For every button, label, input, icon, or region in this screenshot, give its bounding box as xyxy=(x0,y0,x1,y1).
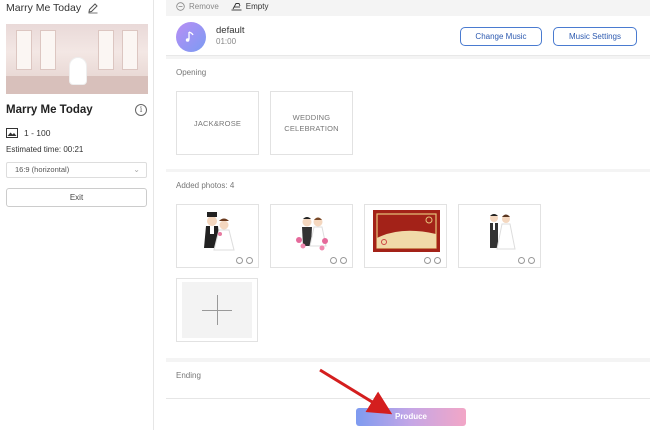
opening-card-label: JACK&ROSE xyxy=(193,118,242,128)
added-photos-section: Added photos: 4 xyxy=(166,172,650,358)
photo-range-text: 1 - 100 xyxy=(24,128,51,138)
toolbar: Remove Empty xyxy=(166,0,650,12)
preview-eye-icon[interactable] xyxy=(434,257,441,264)
exit-button[interactable]: Exit xyxy=(6,188,147,207)
add-photo-button[interactable] xyxy=(176,278,258,342)
image-icon xyxy=(6,128,18,138)
added-photos-title: Added photos: 4 xyxy=(176,181,235,190)
main-panel: Remove Empty default 01:00 Change Music … xyxy=(166,0,650,430)
photo-controls xyxy=(424,257,441,264)
opening-card-wedding[interactable]: WEDDING CELEBRATION xyxy=(270,91,353,155)
opening-card-jackrose[interactable]: JACK&ROSE xyxy=(176,91,259,155)
ending-title: Ending xyxy=(176,371,201,380)
photo-controls xyxy=(330,257,347,264)
photo-card[interactable] xyxy=(176,204,259,268)
aspect-ratio-value: 16:9 (horizontal) xyxy=(15,165,70,174)
info-icon[interactable]: i xyxy=(135,104,147,116)
remove-photo-icon[interactable] xyxy=(330,257,337,264)
opening-section: Opening JACK&ROSE WEDDING CELEBRATION xyxy=(166,59,650,169)
project-thumbnail xyxy=(6,24,148,94)
photo-controls xyxy=(518,257,535,264)
music-settings-button[interactable]: Music Settings xyxy=(553,27,637,46)
remove-photo-icon[interactable] xyxy=(424,257,431,264)
preview-eye-icon[interactable] xyxy=(246,257,253,264)
music-note-icon xyxy=(176,22,206,52)
clear-all-icon xyxy=(231,2,242,10)
photo-thumbnail xyxy=(371,208,442,254)
project-name: Marry Me Today xyxy=(6,104,93,116)
footer-bar: Produce xyxy=(166,398,650,430)
preview-eye-icon[interactable] xyxy=(340,257,347,264)
remove-photo-icon[interactable] xyxy=(518,257,525,264)
photo-card[interactable] xyxy=(270,204,353,268)
music-name: default xyxy=(216,25,245,36)
remove-photo-icon[interactable] xyxy=(236,257,243,264)
chevron-down-icon: ⌄ xyxy=(133,165,140,174)
empty-button[interactable]: Empty xyxy=(231,1,269,11)
estimated-time: Estimated time: 00:21 xyxy=(6,145,84,154)
project-title-row: Marry Me Today xyxy=(6,2,99,14)
produce-button[interactable]: Produce xyxy=(356,408,466,426)
music-duration: 01:00 xyxy=(216,37,237,46)
photo-range: 1 - 100 xyxy=(6,128,50,138)
add-photo-area xyxy=(182,282,252,338)
photo-controls xyxy=(236,257,253,264)
empty-label: Empty xyxy=(245,1,269,11)
slideshow-editor: Marry Me Today Marry Me Today i 1 - 100 … xyxy=(0,0,650,430)
photo-thumbnail xyxy=(465,208,536,254)
ending-section: Ending xyxy=(166,362,650,402)
opening-title: Opening xyxy=(176,68,207,77)
minus-circle-icon xyxy=(176,1,185,11)
project-title: Marry Me Today xyxy=(6,2,82,14)
photo-card[interactable] xyxy=(364,204,447,268)
remove-label: Remove xyxy=(189,1,219,11)
photo-thumbnail xyxy=(183,208,254,254)
change-music-button[interactable]: Change Music xyxy=(460,27,542,46)
remove-button[interactable]: Remove xyxy=(176,2,219,11)
preview-eye-icon[interactable] xyxy=(528,257,535,264)
opening-card-label: WEDDING CELEBRATION xyxy=(284,113,339,133)
photo-thumbnail xyxy=(277,208,348,254)
music-bar: default 01:00 Change Music Music Setting… xyxy=(166,16,650,56)
edit-pencil-icon[interactable] xyxy=(87,2,99,14)
sidebar: Marry Me Today Marry Me Today i 1 - 100 … xyxy=(0,0,154,430)
aspect-ratio-select[interactable]: 16:9 (horizontal) ⌄ xyxy=(6,162,147,178)
photo-card[interactable] xyxy=(458,204,541,268)
